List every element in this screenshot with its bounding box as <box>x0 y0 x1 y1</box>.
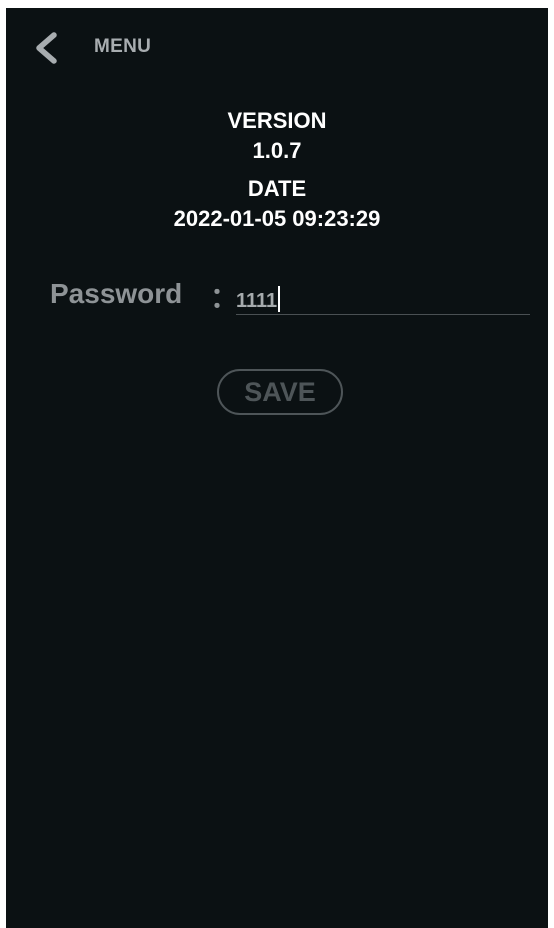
password-value: 1111 <box>236 290 278 312</box>
version-info: VERSION 1.0.7 DATE 2022-01-05 09:23:29 <box>6 106 548 234</box>
settings-screen: MENU VERSION 1.0.7 DATE 2022-01-05 09:23… <box>6 8 548 928</box>
version-label: VERSION <box>227 108 327 133</box>
password-input[interactable]: 1111 <box>236 280 530 315</box>
date-value: 2022-01-05 09:23:29 <box>173 206 381 231</box>
password-label: Password <box>50 278 183 309</box>
date-label: DATE <box>247 176 307 201</box>
back-button[interactable] <box>28 30 64 66</box>
top-bar: MENU <box>6 8 548 84</box>
version-value: 1.0.7 <box>252 138 302 163</box>
chevron-left-icon <box>36 32 57 64</box>
text-caret <box>278 286 281 312</box>
password-colon: ： <box>210 282 239 313</box>
password-row: Password ： 1111 <box>50 276 530 316</box>
save-button[interactable]: SAVE <box>217 369 343 415</box>
menu-title: MENU <box>94 36 152 57</box>
